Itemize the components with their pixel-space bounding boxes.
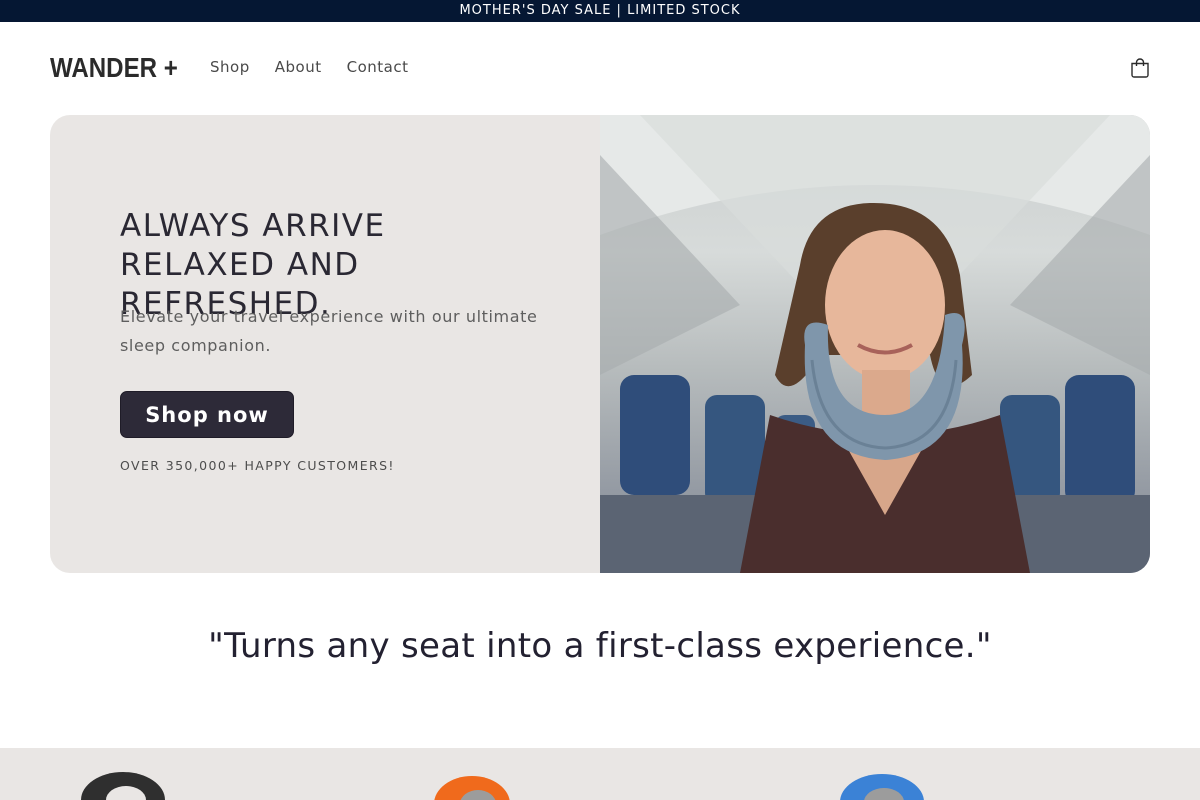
- hero-image: [600, 115, 1150, 573]
- site-header: WANDER + Shop About Contact: [0, 22, 1200, 115]
- products-section: [0, 748, 1200, 800]
- hero-banner: ALWAYS ARRIVE RELAXED AND REFRESHED. Ele…: [50, 115, 1150, 573]
- announcement-text: MOTHER'S DAY SALE | LIMITED STOCK: [459, 3, 741, 18]
- logo[interactable]: WANDER +: [50, 52, 199, 84]
- nav-about[interactable]: About: [275, 58, 322, 76]
- hero-photo-illustration: [600, 115, 1150, 573]
- hero-subtitle: Elevate your travel experience with our …: [120, 307, 538, 355]
- logo-text: WANDER +: [50, 52, 178, 83]
- product-pillow-black[interactable]: [78, 770, 168, 800]
- product-pillow-orange[interactable]: [432, 774, 512, 800]
- shop-now-button[interactable]: Shop now: [120, 391, 294, 438]
- happy-customers-note: OVER 350,000+ HAPPY CUSTOMERS!: [120, 458, 395, 473]
- main-nav: Shop About Contact: [210, 58, 408, 76]
- nav-contact[interactable]: Contact: [347, 58, 409, 76]
- announcement-bar: MOTHER'S DAY SALE | LIMITED STOCK: [0, 0, 1200, 22]
- product-pillow-blue[interactable]: [838, 772, 928, 800]
- nav-shop[interactable]: Shop: [210, 58, 250, 76]
- testimonial-quote: "Turns any seat into a first-class exper…: [208, 626, 992, 666]
- hero-content: ALWAYS ARRIVE RELAXED AND REFRESHED. Ele…: [50, 115, 600, 573]
- cart-icon[interactable]: [1128, 56, 1152, 80]
